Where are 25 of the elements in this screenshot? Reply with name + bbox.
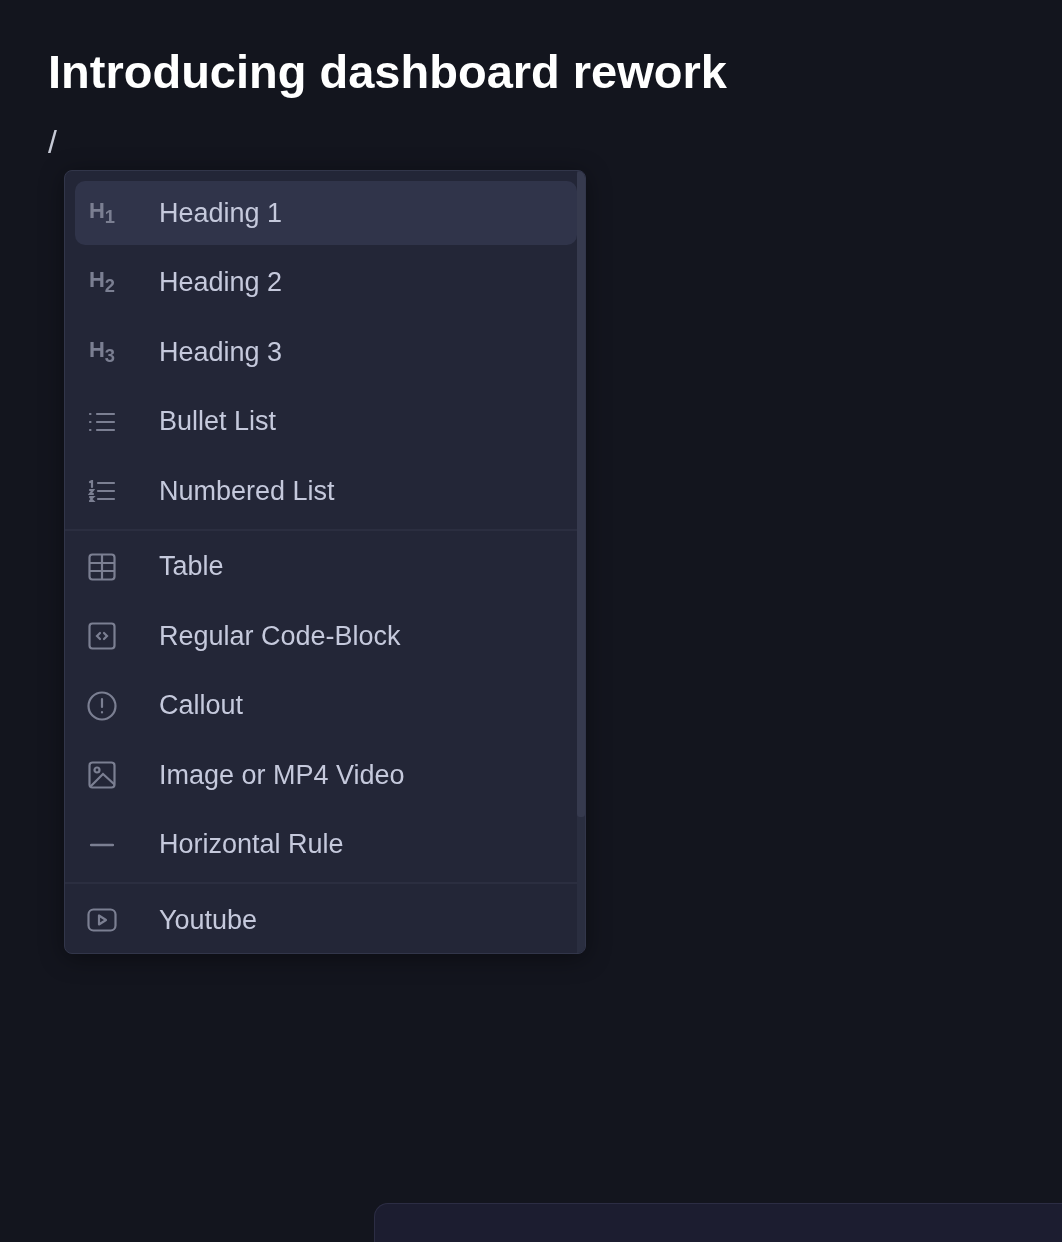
image-icon: [88, 761, 116, 789]
menu-item[interactable]: Regular Code-Block: [75, 604, 577, 668]
menu-item[interactable]: Numbered List: [75, 459, 577, 523]
horizontal-rule-icon: [90, 842, 114, 847]
alert-circle-icon: [87, 690, 117, 721]
code-icon: [88, 622, 116, 650]
page-title: Introducing dashboard rework: [48, 44, 727, 100]
table-icon: [88, 552, 116, 581]
menu-item[interactable]: Image or MP4 Video: [75, 743, 577, 807]
heading-icon: H$_{3}$: [88, 336, 116, 368]
menu-item[interactable]: H$_{1}$ Heading 1: [75, 181, 577, 245]
menu-item[interactable]: Youtube: [75, 888, 577, 952]
heading-icon: H$_{2}$: [88, 267, 116, 298]
editor-text[interactable]: /: [48, 122, 57, 162]
bullet-list-icon: [88, 410, 116, 433]
menu-item[interactable]: H$_{2}$ Heading 2: [75, 250, 577, 315]
menu-item[interactable]: H$_{3}$ Heading 3: [75, 320, 577, 384]
menu-item[interactable]: Horizontal Rule: [75, 812, 577, 877]
numbered-list-icon: [88, 480, 116, 502]
menu-item[interactable]: Callout: [75, 673, 577, 738]
menu-item[interactable]: Bullet List: [75, 389, 577, 454]
play-icon: [87, 908, 117, 932]
menu-item[interactable]: Table: [75, 534, 577, 599]
scrollbar-thumb[interactable]: [577, 171, 585, 817]
heading-icon: H$_{1}$: [88, 197, 116, 229]
